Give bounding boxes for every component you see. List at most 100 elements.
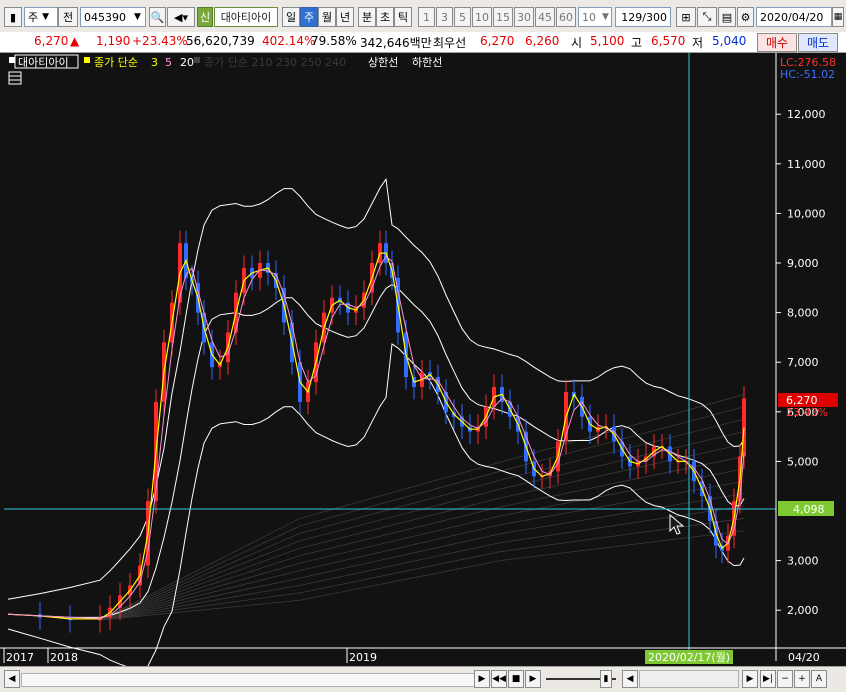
mouse-pointer-icon (669, 513, 685, 535)
gear-icon[interactable]: ⚙ (737, 7, 754, 27)
x-tick-label: 2019 (349, 651, 377, 664)
window-menu-icon[interactable]: ▮ (4, 7, 22, 27)
ask-price: 6,270 (480, 34, 515, 48)
tab-day[interactable]: 일 (282, 7, 300, 27)
quote-info-bar: 6,270 ▲ 1,190 +23.43% 56,620,739 402.14%… (0, 32, 846, 53)
legend-ma3: 3 (151, 56, 158, 69)
interval-60[interactable]: 60 (556, 7, 576, 27)
price-chart[interactable]: 12,00011,00010,0009,0008,0007,0006,0005,… (0, 53, 846, 671)
fan-line (99, 394, 745, 621)
best-quote-label: 최우선 (433, 36, 467, 50)
interval-1[interactable]: 1 (418, 7, 435, 27)
y-tick-label: 11,000 (787, 158, 826, 171)
y-tick-label: 9,000 (787, 257, 819, 270)
legend-ma-label: 종가 단순 (94, 56, 138, 69)
interval-3[interactable]: 3 (436, 7, 453, 27)
y-tick-label: 12,000 (787, 108, 826, 121)
speaker-icon[interactable]: ◀▾ (167, 7, 195, 27)
search-icon[interactable]: 🔍 (149, 7, 166, 27)
y-axis-ticks: 12,00011,00010,0009,0008,0007,0006,0005,… (776, 108, 826, 617)
legend-table-icon[interactable] (8, 71, 22, 85)
candlesticks (38, 230, 746, 633)
tab-second[interactable]: 초 (376, 7, 394, 27)
x-tick-label: 2018 (50, 651, 78, 664)
count-input[interactable]: 129/300 (615, 7, 671, 27)
zoom-slider-thumb[interactable]: ▮ (600, 670, 612, 688)
tab-month[interactable]: 월 (318, 7, 336, 27)
up-arrow-icon: ▲ (70, 34, 80, 48)
chart-type-value: 주 (28, 11, 39, 24)
middle-band-line (7, 283, 745, 618)
last-price-percent: 23.43% (786, 406, 828, 419)
fan-line (99, 505, 745, 621)
change-amount: 1,190 (96, 34, 131, 48)
low-label: 저 (692, 36, 704, 50)
tab-week[interactable]: 주 (300, 7, 318, 27)
low-price: 5,040 (712, 34, 747, 48)
tab-tick[interactable]: 틱 (394, 7, 412, 27)
interval-5[interactable]: 5 (454, 7, 471, 27)
last-date-label: 04/20 (788, 651, 820, 664)
interval-45[interactable]: 45 (535, 7, 555, 27)
top-toolbar: ▮ 주 ▼ 전 045390 ▼ 🔍 ◀▾ 신 대아티아이 일 주 월 년 분 초 … (0, 0, 846, 33)
y-tick-label: 2,000 (787, 604, 819, 617)
grid-icon[interactable]: ⊞ (676, 7, 696, 27)
y-tick-label: 8,000 (787, 307, 819, 320)
open-label: 시 (571, 36, 583, 50)
legend-stock-name: 대아티아이 (18, 56, 69, 69)
zoom-scroll-right-icon[interactable]: ▶ (742, 670, 758, 688)
save-icon[interactable]: ▤ (718, 7, 736, 27)
tab-minute[interactable]: 분 (358, 7, 376, 27)
chart-area[interactable]: 12,000 11,000 10,000 9,000 8,000 7,000 6,000 5,… (0, 53, 846, 671)
x-axis-ticks: 2017 2018 2019 (3, 648, 377, 664)
stop-icon[interactable]: ■ (508, 670, 524, 688)
calendar-icon[interactable]: ▦ (832, 7, 844, 27)
legend-hidden-ma: 종가 단순 210 230 250 240 (204, 56, 346, 69)
legend-hidden-marker-icon (194, 57, 200, 63)
turnover-rate: 79.58% (311, 34, 357, 48)
change-percent: +23.43% (132, 34, 188, 48)
zoom-range-bar[interactable] (639, 670, 739, 688)
legend-lower-band: 하한선 (412, 55, 442, 69)
bottom-scroll-bar: ◀ ▶ ◀◀ ■ ▶ ▮ ◀ ▶ ▶| − + A (0, 666, 846, 692)
minus-icon[interactable]: − (777, 670, 793, 688)
interval-30[interactable]: 30 (514, 7, 534, 27)
interval-input[interactable]: 10 ▼ (578, 7, 612, 27)
legend-ma20: 20 (180, 56, 194, 69)
text-tool-icon[interactable]: A (811, 670, 827, 688)
y-tick-label: 10,000 (787, 207, 826, 220)
prev-button[interactable]: 전 (58, 7, 78, 27)
fan-line (99, 518, 745, 621)
fan-line (99, 418, 745, 621)
plus-icon[interactable]: + (794, 670, 810, 688)
date-input[interactable]: 2020/04/20 (756, 7, 832, 27)
scroll-end-icon[interactable]: ▶| (760, 670, 776, 688)
chart-type-select[interactable]: 주 ▼ (24, 7, 58, 27)
fan-line (99, 493, 745, 621)
scroll-left-icon[interactable]: ◀ (4, 670, 20, 688)
count-total: /300 (642, 10, 667, 24)
legend-ma5: 5 (165, 56, 172, 69)
stock-code-input[interactable]: 045390 ▼ (80, 7, 146, 27)
trade-amount: 342,646백만 (360, 36, 432, 50)
volume: 56,620,739 (186, 34, 255, 48)
scroll-track[interactable] (21, 673, 483, 687)
draw-line-icon[interactable]: ⤡ (697, 7, 717, 27)
scroll-right-icon[interactable]: ▶ (474, 670, 490, 688)
credit-badge: 신 (197, 7, 213, 27)
sell-button[interactable]: 매도 (798, 33, 838, 52)
tab-year[interactable]: 년 (336, 7, 354, 27)
rewind-icon[interactable]: ◀◀ (491, 670, 507, 688)
count-value: 129 (621, 10, 643, 24)
play-icon[interactable]: ▶ (525, 670, 541, 688)
fan-line (99, 406, 745, 621)
interval-15[interactable]: 15 (493, 7, 513, 27)
current-price: 6,270 (34, 34, 69, 48)
interval-10[interactable]: 10 (472, 7, 492, 27)
volume-ratio: 402.14% (262, 34, 316, 48)
chevron-down-icon: ▼ (602, 12, 609, 22)
y-tick-label: 5,000 (787, 455, 819, 468)
stock-name-field: 대아티아이 (214, 7, 278, 27)
zoom-scroll-left-icon[interactable]: ◀ (622, 670, 638, 688)
buy-button[interactable]: 매수 (757, 33, 797, 52)
